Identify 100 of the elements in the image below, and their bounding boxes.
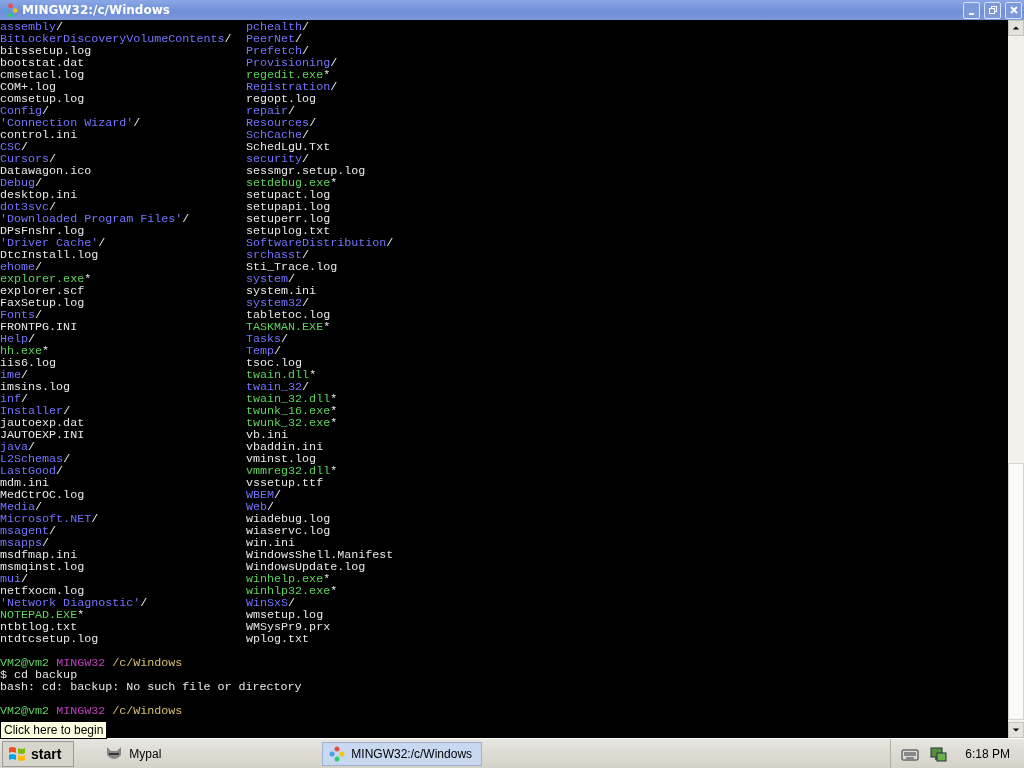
file-name: Datawagon.ico [0,165,93,177]
directory-name: Config/ [0,105,51,117]
file-name: system.ini [246,285,318,297]
directory-name: 'Connection Wizard'/ [0,117,142,129]
file-name: sessmgr.setup.log [246,165,367,177]
file-name: vbaddin.ini [246,441,325,453]
directory-name: Help/ [0,333,37,345]
directory-name: Resources/ [246,117,318,129]
directory-name: msagent/ [0,525,58,537]
file-name: JAUTOEXP.INI [0,429,86,441]
close-icon [1008,5,1019,15]
file-name: mdm.ini [0,477,51,489]
directory-name: PeerNet/ [246,33,304,45]
executable-name: twain.dll* [246,369,318,381]
start-button[interactable]: start [2,740,75,767]
file-name: wiadebug.log [246,513,332,525]
directory-name: Web/ [246,501,276,513]
directory-name: SchCache/ [246,129,311,141]
file-name: wplog.txt [246,633,311,645]
directory-name: inf/ [0,393,30,405]
directory-name: pchealth/ [246,21,311,33]
taskbar-button[interactable]: Mypal [98,741,259,766]
directory-name: 'Network Diagnostic'/ [0,597,149,609]
file-name: explorer.scf [0,285,86,297]
file-name: WindowsShell.Manifest [246,549,395,561]
file-name: setupapi.log [246,201,332,213]
executable-name: hh.exe* [0,345,51,357]
command-line: $ cd backup [0,669,79,681]
directory-name: LastGood/ [0,465,65,477]
file-name: bitssetup.log [0,45,93,57]
diamond-icon [329,745,346,762]
file-name: comsetup.log [0,93,86,105]
computer-icon[interactable] [929,744,948,763]
file-name: ntbtlog.txt [0,621,79,633]
file-name: vb.ini [246,429,290,441]
directory-name: system32/ [246,297,311,309]
minimize-icon [969,12,974,15]
file-name: tabletoc.log [246,309,332,321]
executable-name: TASKMAN.EXE* [246,321,332,333]
file-name: Sti_Trace.log [246,261,339,273]
scroll-thumb[interactable] [1008,463,1024,720]
down-arrow-icon [1012,726,1020,734]
file-name: FaxSetup.log [0,297,86,309]
tooltip: Click here to begin [0,721,108,739]
directory-name: Installer/ [0,405,72,417]
directory-name: twain_32/ [246,381,311,393]
scroll-down-button[interactable] [1008,722,1024,738]
file-name: setupact.log [246,189,332,201]
executable-name: winhlp32.exe* [246,585,339,597]
directory-name: Microsoft.NET/ [0,513,100,525]
directory-name: Debug/ [0,177,44,189]
file-name: jautoexp.dat [0,417,86,429]
keyboard-icon[interactable] [901,746,920,761]
directory-name: SoftwareDistribution/ [246,237,395,249]
directory-name: Fonts/ [0,309,44,321]
file-name: regopt.log [246,93,318,105]
file-name: WMSysPr9.prx [246,621,332,633]
directory-name: srchasst/ [246,249,311,261]
file-name: DtcInstall.log [0,249,100,261]
directory-name: assembly/ [0,21,65,33]
executable-name: explorer.exe* [0,273,93,285]
directory-name: ime/ [0,369,30,381]
executable-name: NOTEPAD.EXE* [0,609,86,621]
file-name: setuplog.txt [246,225,332,237]
scrollbar[interactable] [1008,20,1024,738]
file-name: desktop.ini [0,189,79,201]
restore-button[interactable] [984,1,1001,19]
output-line: bash: cd: backup: No such file or directory [0,681,303,693]
executable-name: winhelp.exe* [246,573,332,585]
file-name: WindowsUpdate.log [246,561,367,573]
directory-name: CSC/ [0,141,30,153]
directory-name: 'Driver Cache'/ [0,237,107,249]
window-title: MINGW32:/c/Windows [22,3,170,17]
directory-name: system/ [246,273,297,285]
file-name: tsoc.log [246,357,304,369]
directory-name: WinSxS/ [246,597,297,609]
directory-name: Tasks/ [246,333,290,345]
file-name: setuperr.log [246,213,332,225]
file-name: MedCtrOC.log [0,489,86,501]
restore-icon [987,5,998,15]
file-name: msmqinst.log [0,561,86,573]
directory-name: Provisioning/ [246,57,339,69]
file-name: COM+.log [0,81,58,93]
file-name: wiaservc.log [246,525,332,537]
executable-name: twunk_32.exe* [246,417,339,429]
executable-name: setdebug.exe* [246,177,339,189]
directory-name: Prefetch/ [246,45,311,57]
file-name: wmsetup.log [246,609,325,621]
directory-name: 'Downloaded Program Files'/ [0,213,191,225]
file-name: FRONTPG.INI [0,321,79,333]
diamond-icon [3,2,18,18]
file-name: msdfmap.ini [0,549,79,561]
minimize-button[interactable] [963,1,980,19]
scroll-up-button[interactable] [1008,20,1024,36]
file-name: vssetup.ttf [246,477,325,489]
prompt-line: VM2@vm2 MINGW32 /c/Windows [0,705,184,717]
taskbar-button[interactable]: MINGW32:/c/Windows [322,741,483,766]
directory-name: dot3svc/ [0,201,58,213]
executable-name: regedit.exe* [246,69,332,81]
file-name: DPsFnshr.log [0,225,86,237]
